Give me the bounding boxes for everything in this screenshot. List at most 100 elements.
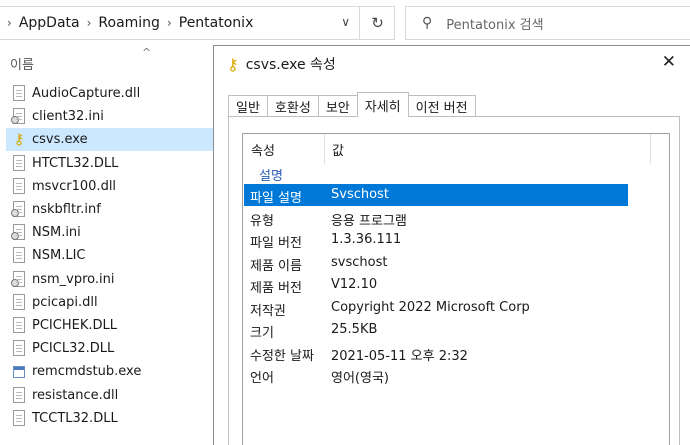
- file-name: AudioCapture.dll: [32, 86, 141, 101]
- group-header-description: 설명: [259, 169, 283, 184]
- search-input[interactable]: ⚲ Pentatonix 검색: [405, 6, 690, 40]
- breadcrumb-roaming[interactable]: Roaming: [98, 15, 160, 31]
- dll-file-icon: [12, 85, 26, 102]
- address-bar[interactable]: › AppData › Roaming › Pentatonix ∨: [0, 6, 395, 40]
- ini-file-icon: [11, 224, 26, 241]
- details-row[interactable]: 저작권 Copyright 2022 Microsoft Corp: [244, 297, 628, 319]
- file-list-item[interactable]: NSM.LIC: [6, 244, 220, 267]
- property-value: svschost: [331, 254, 388, 270]
- key-icon: ⚷: [13, 130, 25, 149]
- details-row[interactable]: 파일 버전 1.3.36.111: [244, 229, 628, 251]
- breadcrumb-pentatonix[interactable]: Pentatonix: [179, 15, 254, 31]
- tab-previous-versions[interactable]: 이전 버전: [407, 95, 476, 117]
- property-value: 응용 프로그램: [331, 213, 407, 229]
- properties-dialog: ⚷ csvs.exe 속성 ✕ 일반 호환성 보안 자세히 이전 버전 속성 값…: [213, 45, 690, 445]
- dialog-title-bar: ⚷ csvs.exe 속성: [214, 46, 690, 82]
- ini-file-icon: [11, 270, 26, 288]
- dll-file-icon: [12, 154, 26, 172]
- key-icon: ⚷: [227, 54, 239, 74]
- tab-general[interactable]: 일반: [228, 95, 268, 117]
- search-icon: ⚲: [422, 15, 433, 31]
- file-name: pcicapi.dll: [32, 294, 98, 310]
- column-header-name[interactable]: 이름: [10, 54, 34, 73]
- file-list-item[interactable]: nskbfltr.inf: [6, 198, 220, 221]
- file-list-item[interactable]: PCICL32.DLL: [6, 337, 220, 360]
- refresh-button[interactable]: ↻: [359, 6, 395, 40]
- breadcrumb-appdata[interactable]: AppData: [19, 15, 80, 31]
- details-row[interactable]: 제품 버전 V12.10: [244, 274, 628, 296]
- file-name: client32.ini: [32, 109, 104, 125]
- property-name: 제품 버전: [250, 281, 302, 296]
- close-icon[interactable]: ✕: [662, 52, 676, 72]
- inf-file-icon: [11, 201, 26, 218]
- file-name: resistance.dll: [32, 387, 119, 403]
- file-list-item[interactable]: nsm_vpro.ini: [6, 268, 220, 291]
- file-icon: [12, 247, 26, 264]
- file-name: nskbfltr.inf: [32, 202, 101, 217]
- file-list-item[interactable]: client32.ini: [6, 105, 220, 128]
- property-value: 1.3.36.111: [331, 232, 402, 247]
- property-name: 수정한 날짜: [250, 348, 314, 364]
- file-name: TCCTL32.DLL: [32, 410, 118, 426]
- details-header: 속성 값: [243, 134, 669, 164]
- file-list-item[interactable]: AudioCapture.dll: [6, 82, 220, 105]
- file-list-item[interactable]: ⚷ csvs.exe: [6, 128, 220, 152]
- property-name: 크기: [250, 326, 274, 341]
- tab-compatibility[interactable]: 호환성: [266, 95, 319, 117]
- property-name: 유형: [250, 213, 274, 229]
- property-name: 제품 이름: [250, 258, 302, 274]
- file-name: PCICL32.DLL: [32, 341, 115, 357]
- details-row[interactable]: 유형 응용 프로그램: [244, 207, 628, 229]
- refresh-icon: ↻: [371, 14, 384, 32]
- details-row[interactable]: 언어 영어(영국): [244, 364, 628, 386]
- exe-file-icon: [12, 363, 26, 380]
- file-name: PCICHEK.DLL: [32, 318, 117, 333]
- column-divider[interactable]: [324, 134, 325, 164]
- details-row[interactable]: 제품 이름 svschost: [244, 252, 628, 274]
- file-list-item[interactable]: msvcr100.dll: [6, 175, 220, 198]
- file-list-item[interactable]: PCICHEK.DLL: [6, 314, 220, 337]
- property-value: 2021-05-11 오후 2:32: [331, 348, 468, 364]
- dll-file-icon: [12, 386, 26, 404]
- dll-file-icon: [12, 177, 26, 195]
- file-list-item[interactable]: HTCTL32.DLL: [6, 152, 220, 175]
- column-header-value[interactable]: 값: [332, 140, 344, 159]
- property-name: 파일 설명: [250, 191, 302, 206]
- column-divider[interactable]: [650, 134, 651, 164]
- property-value: 25.5KB: [331, 322, 378, 337]
- file-list-item[interactable]: NSM.ini: [6, 221, 220, 244]
- property-name: 파일 버전: [250, 236, 302, 251]
- tab-security[interactable]: 보안: [317, 95, 358, 117]
- chevron-right-icon: ›: [86, 16, 92, 30]
- details-row[interactable]: 파일 설명 Svschost: [244, 184, 628, 206]
- property-name: 저작권: [250, 303, 286, 319]
- file-name: csvs.exe: [32, 132, 88, 148]
- file-name: remcmdstub.exe: [32, 364, 142, 380]
- chevron-down-icon[interactable]: ∨: [341, 15, 350, 29]
- sort-ascending-icon: ^: [142, 46, 152, 59]
- explorer-toolbar: › AppData › Roaming › Pentatonix ∨ ↻ ⚲ P…: [0, 0, 690, 46]
- dll-file-icon: [12, 409, 26, 427]
- details-list[interactable]: 속성 값 설명 파일 설명 Svschost 유형 응용 프로그램파일 버전 1.3.3…: [242, 133, 670, 445]
- column-header-property[interactable]: 속성: [251, 140, 275, 159]
- dialog-title: csvs.exe 속성: [245, 57, 336, 73]
- file-list-item[interactable]: TCCTL32.DLL: [6, 407, 220, 430]
- file-list-item[interactable]: resistance.dll: [6, 384, 220, 407]
- details-row[interactable]: 크기 25.5KB: [244, 319, 628, 341]
- tab-strip: 일반 호환성 보안 자세히 이전 버전: [228, 92, 476, 117]
- dll-file-icon: [12, 293, 26, 311]
- details-panel: 속성 값 설명 파일 설명 Svschost 유형 응용 프로그램파일 버전 1.3.3…: [228, 116, 680, 445]
- file-list: 이름 ^ AudioCapture.dll client32.ini ⚷ csvs.e…: [0, 46, 220, 445]
- file-name: NSM.ini: [32, 225, 81, 241]
- property-name: 언어: [250, 371, 274, 386]
- property-value: Copyright 2022 Microsoft Corp: [331, 299, 530, 315]
- file-name: msvcr100.dll: [32, 178, 117, 194]
- details-row[interactable]: 수정한 날짜 2021-05-11 오후 2:32: [244, 342, 628, 364]
- file-list-item[interactable]: pcicapi.dll: [6, 291, 220, 314]
- search-placeholder: Pentatonix 검색: [446, 17, 544, 33]
- property-value: 영어(영국): [331, 371, 389, 386]
- tab-details[interactable]: 자세히: [356, 92, 409, 117]
- property-value: Svschost: [331, 187, 389, 202]
- file-list-item[interactable]: remcmdstub.exe: [6, 360, 220, 383]
- file-name: nsm_vpro.ini: [32, 271, 115, 287]
